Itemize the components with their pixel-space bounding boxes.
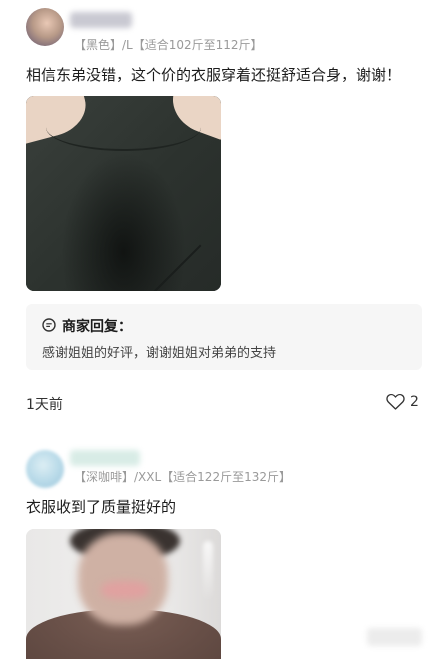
watermark-blurred	[367, 628, 422, 646]
review-photo[interactable]	[26, 96, 221, 291]
username-blurred	[70, 12, 132, 28]
review-text: 衣服收到了质量挺好的	[26, 498, 177, 516]
chat-bubble-icon	[42, 317, 56, 332]
username-blurred	[70, 450, 140, 466]
review-spec: 【深咖啡】/XXL【适合122斤至132斤】	[74, 470, 291, 484]
review-spec: 【黑色】/L【适合102斤至112斤】	[74, 38, 263, 52]
heart-outline-icon	[386, 393, 405, 410]
reply-title: 商家回复：	[62, 319, 132, 335]
like-count: 2	[410, 394, 419, 410]
review-time: 1天前	[26, 397, 63, 413]
review-text: 相信东弟没错，这个价的衣服穿着还挺舒适合身，谢谢！	[26, 66, 402, 84]
avatar[interactable]	[26, 450, 64, 488]
review-photo[interactable]	[26, 529, 221, 659]
like-button[interactable]: 2	[386, 392, 426, 412]
avatar[interactable]	[26, 8, 64, 46]
merchant-reply: 商家回复： 感谢姐姐的好评，谢谢姐姐对弟弟的支持	[26, 304, 422, 370]
reply-text: 感谢姐姐的好评，谢谢姐姐对弟弟的支持	[42, 346, 277, 361]
